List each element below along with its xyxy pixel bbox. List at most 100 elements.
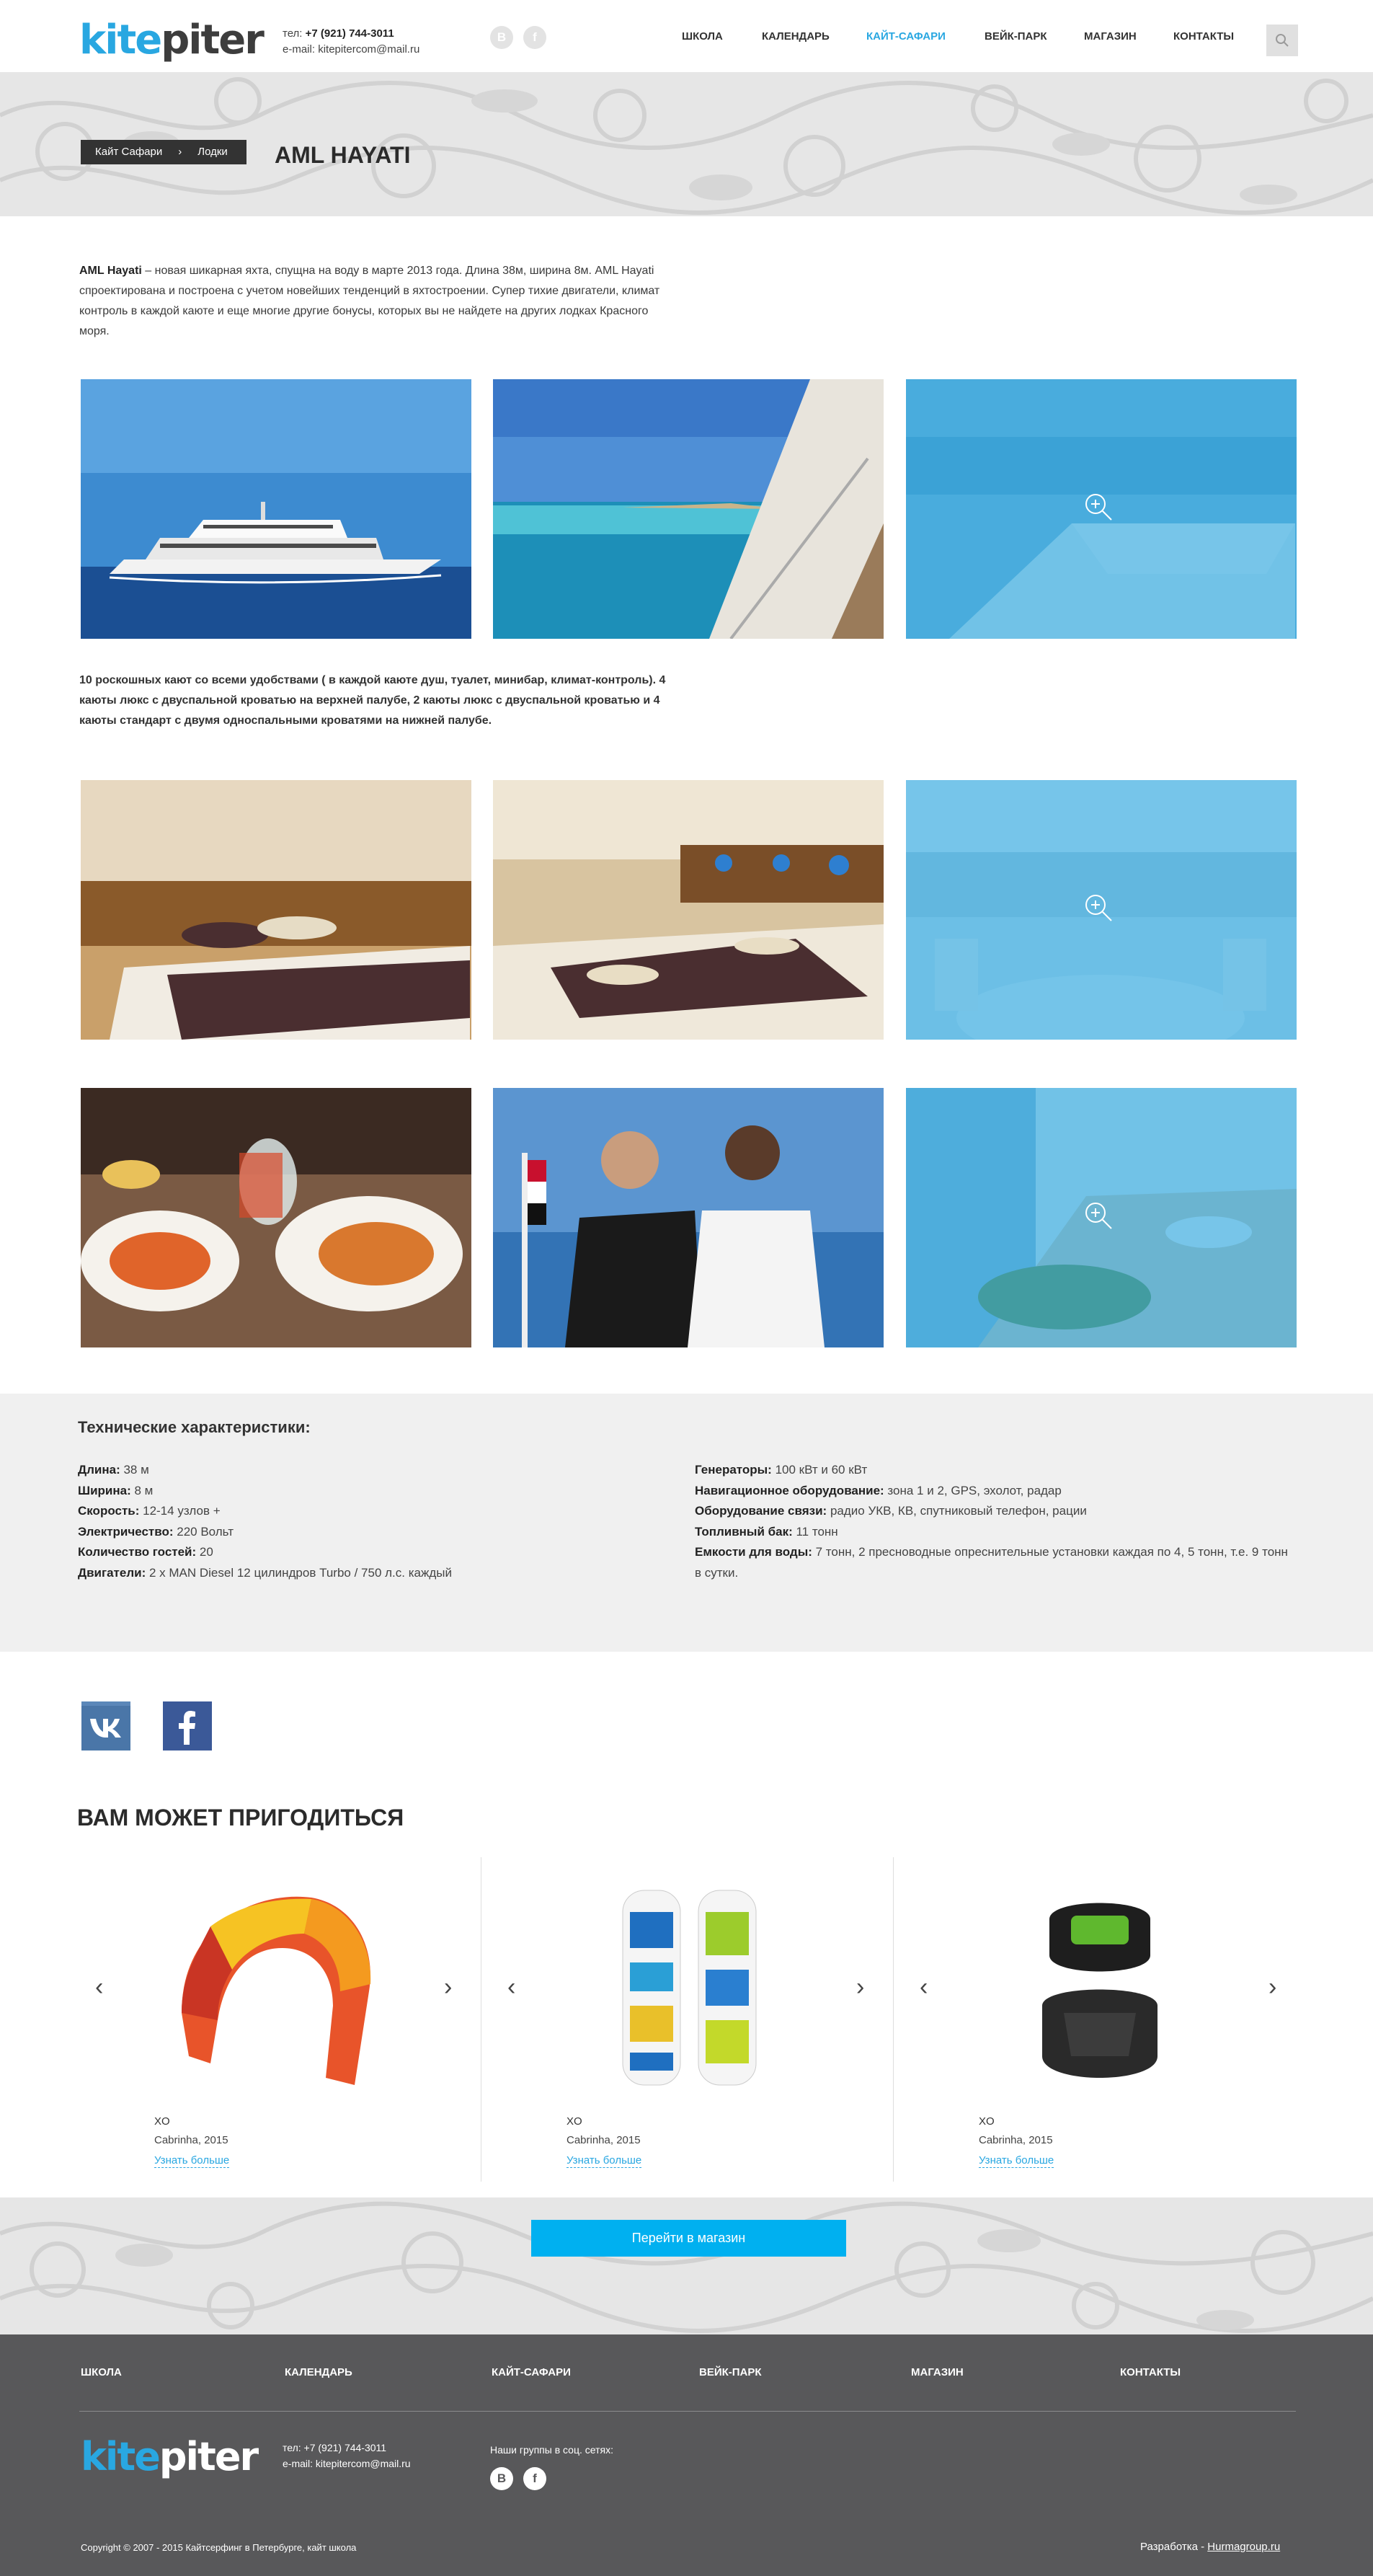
spec-value: 12-14 узлов + [139,1504,221,1518]
facebook-icon[interactable]: f [523,2467,546,2490]
footer-nav-school[interactable]: ШКОЛА [81,2366,122,2378]
spec-value: 8 м [130,1483,154,1497]
nav-shop[interactable]: МАГАЗИН [1084,30,1137,43]
footer-phone[interactable]: тел: +7 (921) 744-3011 [283,2440,411,2456]
facebook-share-icon[interactable] [163,1701,212,1750]
photo-guests-on-deck[interactable] [493,1088,884,1347]
hero-banner: Кайт Сафари › Лодки AML HAYATI [0,72,1373,216]
product-brand: Cabrinha, 2015 [566,2134,641,2146]
nav-contacts[interactable]: КОНТАКТЫ [1173,30,1234,43]
spec-label: Навигационное оборудование: [695,1483,884,1497]
specs-title: Технические характеристики: [78,1418,311,1436]
learn-more-link[interactable]: Узнать больше [154,2154,230,2168]
chevron-left-icon[interactable]: ‹ [507,1973,515,2001]
developer-credit: Разработка - Hurmagroup.ru [1140,2541,1280,2553]
vk-icon[interactable]: B [490,2467,513,2490]
product-name: XO [154,2115,170,2128]
footer-nav-kite-safari[interactable]: КАЙТ-САФАРИ [492,2366,571,2378]
spec-row: Топливный бак: 11 тонн [695,1522,1294,1543]
chevron-left-icon[interactable]: ‹ [920,1973,928,2001]
search-icon [1276,34,1289,47]
spec-row: Количество гостей: 20 [78,1542,669,1563]
developer-link[interactable]: Hurmagroup.ru [1207,2541,1280,2553]
footer-nav-wake-park[interactable]: ВЕЙК-ПАРК [699,2366,762,2378]
yacht-name: AML Hayati [79,265,142,277]
spec-label: Ширина: [78,1483,131,1497]
email-label: e-mail: [283,43,316,56]
logo-piter: piter [161,17,265,63]
yacht-photo [81,379,471,639]
photo-saloon[interactable] [906,780,1297,1040]
photo-cabin-lux[interactable] [81,780,471,1040]
spec-label: Двигатели: [78,1565,146,1580]
spec-label: Длина: [78,1463,120,1477]
footer-logo[interactable]: kitepiter [81,2435,259,2479]
specs-right-column: Генераторы: 100 кВт и 60 кВт Навигационн… [695,1460,1294,1583]
search-button[interactable] [1266,25,1298,56]
product-card: ‹ › XO Cabrinha, 2015 Узнать больше [481,1857,894,2182]
svg-text:09: 09 [311,2037,326,2052]
footer-nav-contacts[interactable]: КОНТАКТЫ [1120,2366,1181,2378]
spec-label: Количество гостей: [78,1545,197,1559]
spec-row: Ширина: 8 м [78,1481,669,1502]
photo-seafood-dinner[interactable] [81,1088,471,1347]
go-to-shop-button[interactable]: Перейти в магазин [531,2220,846,2257]
spec-label: Электричество: [78,1524,174,1539]
nav-calendar[interactable]: КАЛЕНДАРЬ [762,30,830,43]
chevron-right-icon[interactable]: › [1268,1973,1276,2001]
breadcrumb-boats: Лодки [197,146,228,158]
photo-yacht-bow[interactable] [906,379,1297,639]
product-image-harness[interactable] [972,1876,1228,2099]
intro-text: AML Hayati – новая шикарная яхта, спущна… [79,261,677,342]
spec-row: Навигационное оборудование: зона 1 и 2, … [695,1481,1294,1502]
specs-left-column: Длина: 38 м Ширина: 8 м Скорость: 12-14 … [78,1460,669,1583]
email-address[interactable]: kitepitercom@mail.ru [318,43,419,56]
header-contacts: тел: +7 (921) 744-3011 e-mail: kitepiter… [283,26,419,58]
vk-icon[interactable]: B [490,26,513,49]
product-brand: Cabrinha, 2015 [979,2134,1053,2146]
copyright: Copyright © 2007 - 2015 Кайтсерфинг в Пе… [81,2542,357,2553]
nav-wake-park[interactable]: ВЕЙК-ПАРК [985,30,1047,43]
footer-social-label: Наши группы в соц. сетях: [490,2444,613,2456]
site-footer: ШКОЛА КАЛЕНДАРЬ КАЙТ-САФАРИ ВЕЙК-ПАРК МА… [0,2334,1373,2576]
photo-dining-area[interactable] [906,1088,1297,1347]
footer-nav-shop[interactable]: МАГАЗИН [911,2366,964,2378]
zoom-icon[interactable] [1083,491,1114,523]
technical-specs: Технические характеристики: Длина: 38 м … [0,1394,1373,1652]
pattern-decoration [0,2201,1373,2333]
spec-row: Емкости для воды: 7 тонн, 2 пресноводные… [695,1542,1294,1583]
site-logo[interactable]: kitepiter [79,17,265,63]
product-image-kite[interactable]: 09 [147,1876,404,2099]
spec-value: 20 [196,1545,213,1559]
photo-cabin-standard[interactable] [493,780,884,1040]
product-card: ‹ › XO Cabrinha, 2015 Узнать больше [894,1857,1306,2182]
vk-share-icon[interactable] [81,1701,130,1750]
phone-number[interactable]: +7 (921) 744-3011 [306,27,394,40]
footer-email[interactable]: e-mail: kitepitercom@mail.ru [283,2456,411,2471]
facebook-icon[interactable]: f [523,26,546,49]
spec-row: Скорость: 12-14 узлов + [78,1501,669,1522]
footer-nav-calendar[interactable]: КАЛЕНДАРЬ [285,2366,352,2378]
breadcrumb-kite-safari[interactable]: Кайт Сафари [95,140,162,164]
spec-value: 220 Вольт [173,1524,234,1539]
product-card: ‹ › 09 XO Cabrinha, 2015 Узнать больше [69,1857,481,2182]
learn-more-link[interactable]: Узнать больше [979,2154,1054,2168]
food-photo [81,1088,471,1347]
photo-yacht-deck-sea[interactable] [493,379,884,639]
spec-value: 11 тонн [792,1524,838,1539]
spec-row: Генераторы: 100 кВт и 60 кВт [695,1460,1294,1481]
nav-kite-safari[interactable]: КАЙТ-САФАРИ [866,30,946,43]
page-title: AML HAYATI [275,142,411,168]
learn-more-link[interactable]: Узнать больше [566,2154,642,2168]
chevron-right-icon[interactable]: › [856,1973,864,2001]
photo-yacht-exterior[interactable] [81,379,471,639]
phone-label: тел: [283,27,303,40]
zoom-icon[interactable] [1083,1200,1114,1231]
product-image-kiteboards[interactable] [559,1876,816,2099]
nav-school[interactable]: ШКОЛА [682,30,723,43]
cabins-text: 10 роскошных кают со всеми удобствами ( … [79,674,666,727]
spec-label: Емкости для воды: [695,1545,812,1559]
chevron-left-icon[interactable]: ‹ [95,1973,103,2001]
chevron-right-icon[interactable]: › [444,1973,452,2001]
zoom-icon[interactable] [1083,892,1114,924]
